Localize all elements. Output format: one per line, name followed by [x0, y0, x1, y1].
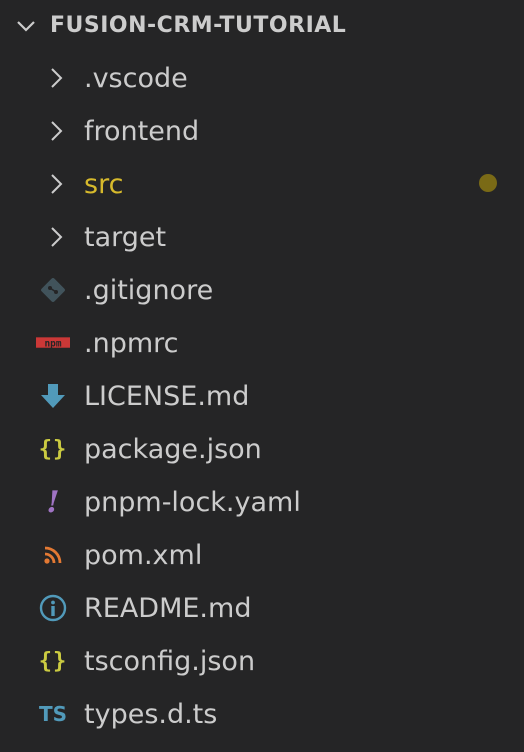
tree-item-label: pnpm-lock.yaml [84, 487, 301, 518]
tree-item-label: types.d.ts [84, 699, 218, 730]
chevron-right-icon[interactable] [44, 172, 68, 196]
tree-item-package-json-file[interactable]: {} package.json [0, 423, 524, 475]
json-braces-icon: {} [36, 435, 70, 463]
tree-item-label: target [84, 222, 167, 253]
npm-icon: npm [36, 329, 70, 357]
tree-item-label: tsconfig.json [84, 646, 256, 677]
info-icon [36, 594, 70, 622]
explorer-panel: FUSION-CRM-TUTORIAL .vscode frontend src… [0, 0, 524, 752]
tree-item-license-file[interactable]: LICENSE.md [0, 370, 524, 422]
chevron-right-icon[interactable] [44, 66, 68, 90]
tree-item-label: LICENSE.md [84, 381, 250, 412]
tree-item-src-folder[interactable]: src [0, 158, 524, 210]
yaml-exclamation-icon: ! [36, 485, 70, 520]
tree-item-frontend-folder[interactable]: frontend [0, 105, 524, 157]
git-icon [36, 276, 70, 304]
tree-item-label: .gitignore [84, 275, 214, 306]
workspace-folder-header[interactable]: FUSION-CRM-TUTORIAL [0, 0, 524, 52]
tree-item-readme-file[interactable]: README.md [0, 582, 524, 634]
tree-item-tsconfig-file[interactable]: {} tsconfig.json [0, 635, 524, 687]
tree-item-types-dts-file[interactable]: TS types.d.ts [0, 688, 524, 740]
tree-item-label: pom.xml [84, 540, 203, 571]
chevron-down-icon[interactable] [14, 14, 38, 38]
tree-item-label: package.json [84, 434, 262, 465]
tree-item-gitignore-file[interactable]: .gitignore [0, 264, 524, 316]
workspace-folder-title: FUSION-CRM-TUTORIAL [50, 13, 347, 38]
exclamation-glyph: ! [46, 484, 60, 520]
tree-item-npmrc-file[interactable]: npm .npmrc [0, 317, 524, 369]
tree-item-pom-xml-file[interactable]: pom.xml [0, 529, 524, 581]
npm-icon-text: npm [44, 338, 61, 349]
chevron-right-icon[interactable] [44, 119, 68, 143]
tree-item-label: frontend [84, 116, 200, 147]
tree-item-vscode-folder[interactable]: .vscode [0, 52, 524, 104]
tree-item-label: README.md [84, 593, 252, 624]
json-braces-icon: {} [36, 647, 70, 675]
rss-feed-icon [36, 541, 70, 569]
ts-glyph: TS [38, 702, 68, 726]
tree-item-target-folder[interactable]: target [0, 211, 524, 263]
braces-glyph: {} [38, 436, 68, 462]
tree-item-label: .npmrc [84, 328, 179, 359]
tree-item-label: .vscode [84, 63, 188, 94]
braces-glyph: {} [38, 648, 68, 674]
tree-item-pnpm-lock-file[interactable]: ! pnpm-lock.yaml [0, 476, 524, 528]
typescript-icon: TS [36, 700, 70, 728]
chevron-right-icon[interactable] [44, 225, 68, 249]
license-download-icon [36, 382, 70, 410]
tree-item-label: src [84, 169, 124, 200]
modified-indicator-dot [479, 174, 497, 192]
